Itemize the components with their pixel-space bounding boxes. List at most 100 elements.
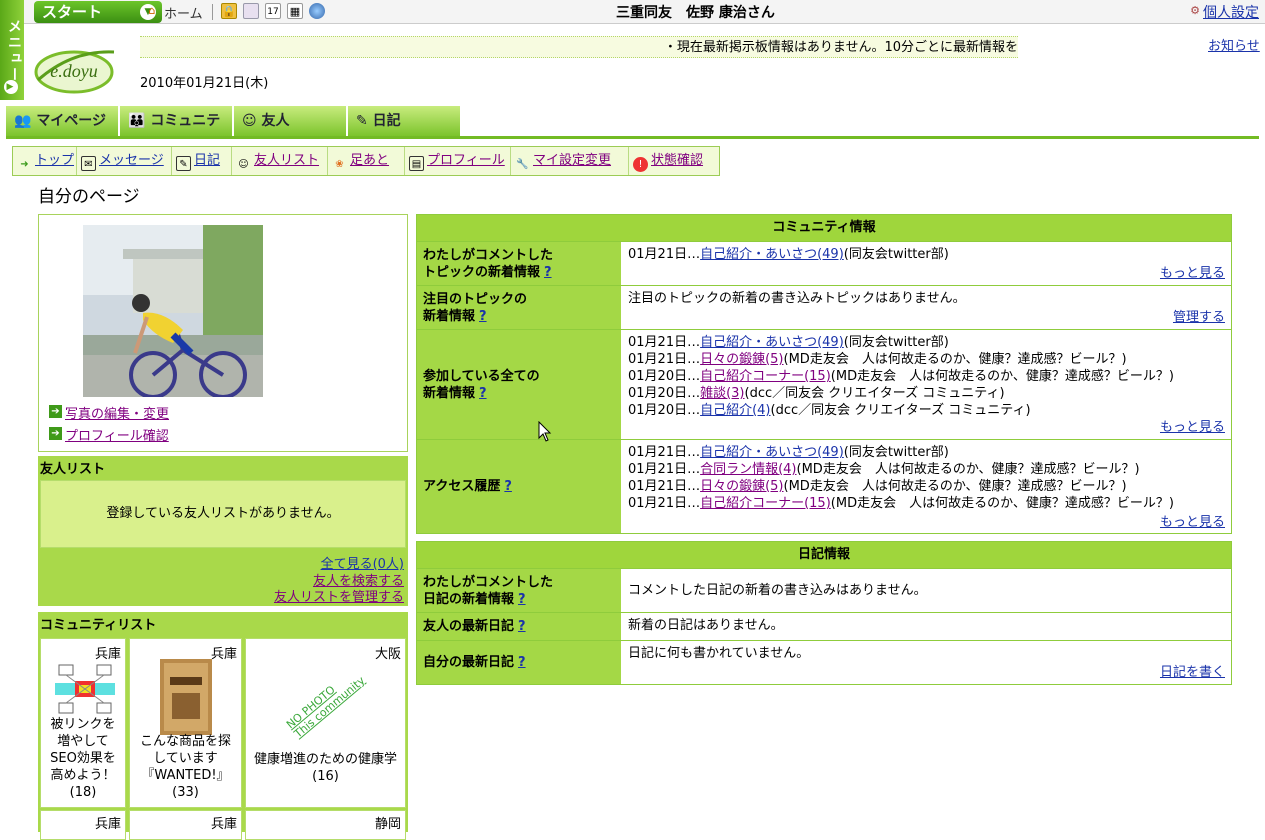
subnav-diary[interactable]: ✎ 日記 [172,147,232,175]
help-icon[interactable]: ? [518,592,526,607]
subnav-top[interactable]: ➜ トップ [13,147,77,175]
tab-community[interactable]: 👪 コミュニティ [120,106,234,159]
topic-link[interactable]: 日々の鍛錬(5) [700,479,783,494]
subnav-friend-list[interactable]: ☺ 友人リスト [232,147,328,175]
wanted-poster-thumbnail [160,659,212,735]
subnav-label: プロフィール [427,153,505,168]
topic-entry: 01月20日…自己紹介(4)(dcc／同友会 クリエイターズ コミュニティ) [628,402,1225,419]
personal-settings-link[interactable]: 個人設定 [1203,2,1259,22]
entry-date: 01月21日… [628,352,701,367]
help-icon[interactable]: ? [479,386,487,401]
entry-date: 01月21日… [628,462,701,477]
profile-icon: ▤ [409,156,424,171]
community-card[interactable]: 兵庫 被リンクを増やしてSEO効果を高めよう！(18) [40,638,126,808]
tab-friend[interactable]: ☺ 友人 [234,106,348,136]
community-card[interactable]: 静岡 [245,810,406,840]
tab-diary[interactable]: ✎ 日記 [348,106,462,136]
topic-link[interactable]: 自己紹介コーナー(15) [700,369,831,384]
help-icon[interactable]: ? [518,655,526,670]
more-link[interactable]: もっと見る [1160,419,1225,436]
topic-entry: 01月21日…日々の鍛錬(5)(MD走友会 人は何故走るのか、健康？達成感？ビー… [628,351,1225,368]
help-icon[interactable]: ? [504,479,512,494]
help-icon[interactable]: ? [544,265,552,280]
more-link[interactable]: もっと見る [1160,514,1225,531]
edoyu-logo[interactable]: e.doyu [32,40,116,98]
tab-label: マイページ [36,113,107,129]
house-icon: ⌂ [148,4,156,17]
commented-diary-row: わたしがコメントした 日記の新着情報? コメントした日記の新着の書き込みはありま… [417,568,1231,612]
header-divider [6,136,1259,139]
view-profile-link[interactable]: プロフィール確認 [65,425,169,444]
row-label: わたしがコメントした トピックの新着情報? [417,242,621,285]
topic-link[interactable]: 合同ラン情報(4) [700,462,796,477]
row-label-line2: 新着情報 [423,308,476,324]
entry-date: 01月21日… [628,247,701,262]
topic-link[interactable]: 自己紹介・あいさつ(49) [700,445,844,460]
subnav-message[interactable]: ✉ メッセージ [77,147,172,175]
subnav-status[interactable]: ! 状態確認 [629,147,719,175]
subnav-label: 足あと [350,153,390,168]
topic-link[interactable]: 雑談(3) [700,386,744,401]
community-card[interactable]: 兵庫 [40,810,126,840]
community-name: (同友会twitter部) [843,445,949,460]
lock-icon[interactable]: 🔒 [221,3,237,19]
diary-info-title: 日記情報 [417,542,1231,568]
notice-link[interactable]: お知らせ [1208,35,1260,54]
community-name: (MD走友会 人は何故走るのか、健康？達成感？ビール？) [783,352,1127,367]
friend-list-icon: ☺ [238,159,249,170]
row-value: コメントした日記の新着の書き込みはありません。 [622,569,1231,612]
start-button[interactable]: スタート ▼ [34,1,162,23]
help-icon[interactable]: ? [518,619,526,634]
topic-link[interactable]: 自己紹介コーナー(15) [700,496,831,511]
bbs-ticker: ・現在最新掲示板情報はありません。10分ごとに最新情報を [140,36,1018,58]
home-link[interactable]: ホーム [164,3,203,22]
side-menu-toggle[interactable]: メニュー ▶ [0,0,24,100]
subnav-profile[interactable]: ▤ プロフィール [405,147,511,175]
featured-topics-row: 注目のトピックの 新着情報? 注目のトピックの新着の書き込みトピックはありません… [417,285,1231,329]
topic-link[interactable]: 日々の鍛錬(5) [700,352,783,367]
community-card[interactable]: 大阪 NO PHOTO This community 健康増進のための健康学(1… [245,638,406,808]
subnav-footprint[interactable]: ❀ 足あと [328,147,405,175]
featured-empty-text: 注目のトピックの新着の書き込みトピックはありません。 [628,291,966,306]
topic-link[interactable]: 自己紹介・あいさつ(49) [700,247,844,262]
entry-date: 01月21日… [628,496,701,511]
edit-photo-link[interactable]: 写真の編集・変更 [65,403,169,422]
community-name: こんな商品を探しています『WANTED!』(33) [139,734,231,800]
topic-link[interactable]: 自己紹介・あいさつ(49) [700,335,844,350]
globe-icon[interactable] [309,3,325,19]
community-card[interactable]: 兵庫 こんな商品を探しています『WANTED!』(33) [129,638,242,808]
my-diary-empty-text: 日記に何も書かれていません。 [628,646,810,661]
entry-date: 01月20日… [628,386,701,401]
footprint-icon: ❀ [335,159,344,170]
more-link[interactable]: もっと見る [1160,265,1225,282]
community-card[interactable]: 兵庫 [129,810,242,840]
row-label-line2: 新着情報 [423,385,476,401]
profile-box: ➔ 写真の編集・変更 ➔ プロフィール確認 [38,214,408,452]
topic-entry: 01月21日…日々の鍛錬(5)(MD走友会 人は何故走るのか、健康？達成感？ビー… [628,478,1225,495]
profile-photo[interactable] [83,225,263,397]
manage-friends-link[interactable]: 友人リストを管理する [274,586,404,605]
calendar-17-icon[interactable]: 17 [265,3,281,19]
entry-date: 01月21日… [628,479,701,494]
community-prefecture: 兵庫 [210,817,237,832]
row-label: 自分の最新日記? [417,641,621,684]
write-diary-link[interactable]: 日記を書く [1160,664,1225,681]
tab-my-page[interactable]: 👥 マイページ [6,106,120,136]
people-icon[interactable] [243,3,259,19]
calendar-icon[interactable]: ▦ [287,3,303,19]
row-label: 参加している全ての 新着情報? [417,330,621,439]
arrow-right-icon: ➔ [49,427,62,440]
subnav-label: 友人リスト [254,153,320,168]
manage-link[interactable]: 管理する [1173,309,1225,326]
community-name: (MD走友会 人は何故走るのか、健康？達成感？ビール？) [830,496,1174,511]
community-name: (dcc／同友会 クリエイターズ コミュニティ) [770,403,1031,418]
row-label-line2: 日記の新着情報 [423,591,515,607]
community-list-heading: コミュニティリスト [40,618,157,633]
row-label: わたしがコメントした 日記の新着情報? [417,569,621,612]
envelope-icon: ✉ [81,156,96,171]
entry-date: 01月21日… [628,445,701,460]
help-icon[interactable]: ? [479,309,487,324]
subnav-settings[interactable]: 🔧 マイ設定変更 [511,147,629,175]
personal-settings-icon: ⚙ [1190,4,1200,17]
topic-link[interactable]: 自己紹介(4) [700,403,770,418]
